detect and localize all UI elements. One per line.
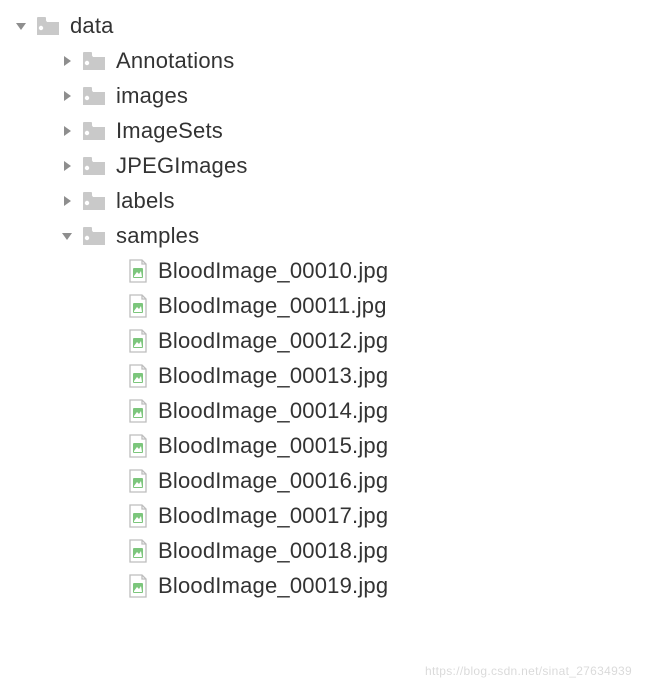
tree-file-row[interactable]: BloodImage_00016.jpg <box>0 463 650 498</box>
folder-icon <box>82 51 106 71</box>
chevron-right-icon[interactable] <box>60 194 74 208</box>
tree-item-label: data <box>70 13 114 39</box>
tree-file-row[interactable]: BloodImage_00010.jpg <box>0 253 650 288</box>
tree-file-row[interactable]: BloodImage_00015.jpg <box>0 428 650 463</box>
tree-item-label: labels <box>116 188 175 214</box>
image-file-icon <box>128 469 148 493</box>
tree-folder-row-images[interactable]: images <box>0 78 650 113</box>
folder-icon <box>82 226 106 246</box>
folder-icon <box>82 86 106 106</box>
tree-item-label: samples <box>116 223 199 249</box>
image-file-icon <box>128 504 148 528</box>
image-file-icon <box>128 539 148 563</box>
tree-file-row[interactable]: BloodImage_00019.jpg <box>0 568 650 603</box>
folder-icon <box>82 156 106 176</box>
chevron-right-icon[interactable] <box>60 89 74 103</box>
tree-file-row[interactable]: BloodImage_00018.jpg <box>0 533 650 568</box>
image-file-icon <box>128 574 148 598</box>
watermark-text: https://blog.csdn.net/sinat_27634939 <box>425 664 632 678</box>
tree-item-label: Annotations <box>116 48 234 74</box>
tree-folder-row-jpegimages[interactable]: JPEGImages <box>0 148 650 183</box>
tree-item-label: BloodImage_00015.jpg <box>158 433 388 459</box>
tree-item-label: BloodImage_00017.jpg <box>158 503 388 529</box>
tree-folder-row-samples[interactable]: samples <box>0 218 650 253</box>
tree-file-row[interactable]: BloodImage_00012.jpg <box>0 323 650 358</box>
tree-item-label: BloodImage_00019.jpg <box>158 573 388 599</box>
image-file-icon <box>128 434 148 458</box>
tree-file-row[interactable]: BloodImage_00011.jpg <box>0 288 650 323</box>
folder-icon <box>82 121 106 141</box>
tree-item-label: BloodImage_00016.jpg <box>158 468 388 494</box>
tree-item-label: images <box>116 83 188 109</box>
tree-file-row[interactable]: BloodImage_00017.jpg <box>0 498 650 533</box>
tree-item-label: BloodImage_00014.jpg <box>158 398 388 424</box>
image-file-icon <box>128 259 148 283</box>
tree-folder-row-labels[interactable]: labels <box>0 183 650 218</box>
tree-folder-row-imagesets[interactable]: ImageSets <box>0 113 650 148</box>
tree-item-label: BloodImage_00018.jpg <box>158 538 388 564</box>
chevron-down-icon[interactable] <box>14 19 28 33</box>
tree-folder-row-annotations[interactable]: Annotations <box>0 43 650 78</box>
tree-item-label: BloodImage_00013.jpg <box>158 363 388 389</box>
tree-file-row[interactable]: BloodImage_00013.jpg <box>0 358 650 393</box>
tree-item-label: ImageSets <box>116 118 223 144</box>
chevron-down-icon[interactable] <box>60 229 74 243</box>
tree-file-row[interactable]: BloodImage_00014.jpg <box>0 393 650 428</box>
image-file-icon <box>128 364 148 388</box>
tree-item-label: BloodImage_00011.jpg <box>158 293 387 319</box>
tree-item-label: JPEGImages <box>116 153 248 179</box>
tree-item-label: BloodImage_00012.jpg <box>158 328 388 354</box>
image-file-icon <box>128 294 148 318</box>
image-file-icon <box>128 329 148 353</box>
tree-item-label: BloodImage_00010.jpg <box>158 258 388 284</box>
chevron-right-icon[interactable] <box>60 159 74 173</box>
chevron-right-icon[interactable] <box>60 54 74 68</box>
tree-folder-row-data[interactable]: data <box>0 8 650 43</box>
image-file-icon <box>128 399 148 423</box>
chevron-right-icon[interactable] <box>60 124 74 138</box>
folder-icon <box>82 191 106 211</box>
folder-icon <box>36 16 60 36</box>
